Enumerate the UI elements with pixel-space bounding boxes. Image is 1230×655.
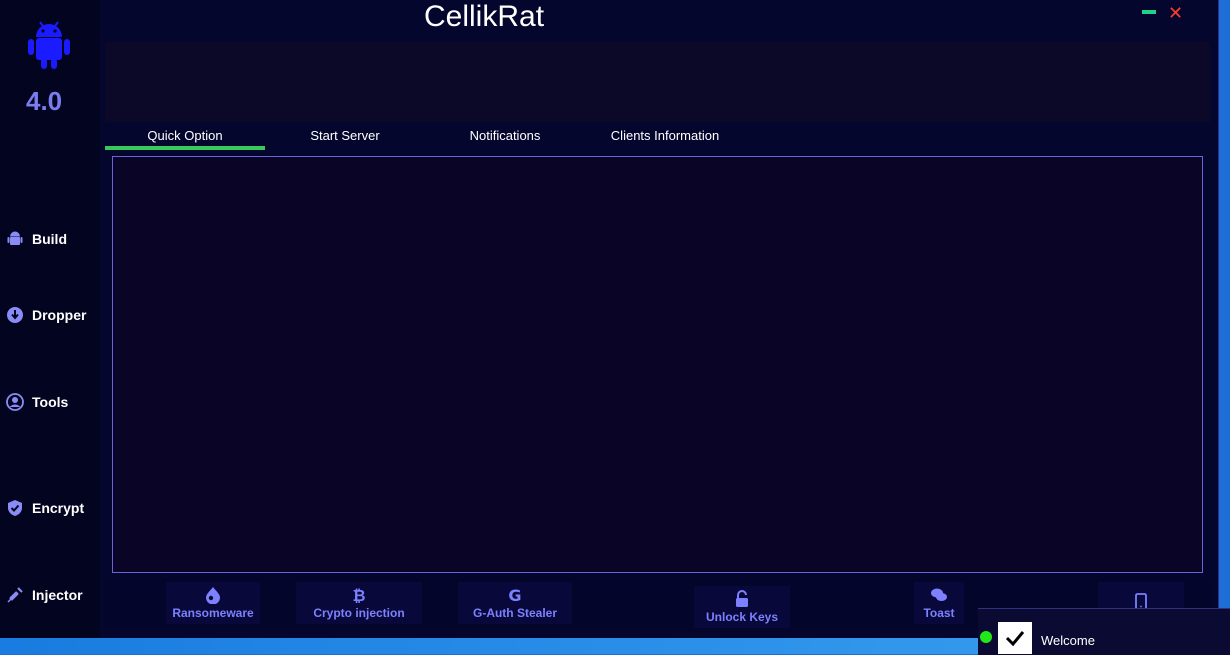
tab-notifications[interactable]: Notifications: [425, 128, 585, 143]
app-version: 4.0: [26, 86, 63, 116]
g-auth-stealer-button[interactable]: G G-Auth Stealer: [458, 582, 572, 624]
syringe-icon: [7, 587, 23, 603]
sidebar-item-label: Dropper: [32, 307, 87, 323]
tab-quick-option[interactable]: Quick Option: [105, 128, 265, 143]
user-tools-icon: [6, 393, 24, 411]
shield-check-icon: [8, 500, 22, 516]
tab-bar: Quick Option Start Server Notifications …: [105, 124, 1210, 150]
sidebar-item-injector[interactable]: Injector: [6, 586, 83, 604]
checkmark-icon: [998, 622, 1032, 654]
toast-button[interactable]: Toast: [914, 582, 964, 624]
app-window: 4.0 Build Dropper Tools Encrypt Injector…: [0, 0, 1219, 638]
sidebar-item-label: Build: [32, 231, 67, 247]
android-icon: [7, 231, 23, 245]
close-button[interactable]: ✕: [1168, 4, 1183, 22]
google-g-icon: G: [508, 586, 521, 604]
toast-message: Welcome: [1041, 633, 1095, 648]
header-banner: [105, 42, 1210, 122]
crypto-injection-button[interactable]: ₿ Crypto injection: [296, 582, 422, 624]
chat-bubbles-icon: [931, 588, 947, 601]
ransomeware-label: Ransomeware: [172, 606, 254, 620]
bitcoin-icon: ₿: [352, 586, 365, 604]
ransomeware-button[interactable]: Ransomeware: [166, 582, 260, 624]
toast-label: Toast: [923, 606, 955, 620]
android-logo-icon: [28, 21, 70, 69]
quick-option-panel: [112, 156, 1203, 573]
sidebar-item-build[interactable]: Build: [6, 230, 67, 248]
app-title: CellikRat: [424, 0, 545, 33]
active-tab-indicator: [105, 146, 265, 150]
crypto-injection-label: Crypto injection: [313, 606, 405, 620]
g-auth-stealer-label: G-Auth Stealer: [472, 606, 557, 620]
drupal-drop-icon: [206, 587, 220, 604]
sidebar-item-encrypt[interactable]: Encrypt: [6, 499, 84, 517]
sidebar-item-label: Encrypt: [32, 500, 85, 516]
tab-start-server[interactable]: Start Server: [265, 128, 425, 143]
unlock-icon: [736, 590, 748, 607]
sidebar-item-tools[interactable]: Tools: [6, 393, 68, 411]
tab-clients-information[interactable]: Clients Information: [585, 128, 745, 143]
svg-text:G: G: [508, 586, 521, 604]
download-circle-icon: [7, 307, 23, 323]
unlock-keys-label: Unlock Keys: [705, 610, 779, 624]
sidebar: 4.0 Build Dropper Tools Encrypt Injector: [0, 0, 100, 638]
sidebar-item-label: Tools: [32, 394, 69, 410]
sidebar-item-label: Injector: [32, 587, 83, 603]
sidebar-item-dropper[interactable]: Dropper: [6, 306, 86, 324]
minimize-button[interactable]: [1142, 10, 1156, 14]
online-status-dot: [980, 631, 992, 643]
unlock-keys-button[interactable]: Unlock Keys: [694, 586, 790, 628]
svg-text:₿: ₿: [352, 586, 365, 604]
